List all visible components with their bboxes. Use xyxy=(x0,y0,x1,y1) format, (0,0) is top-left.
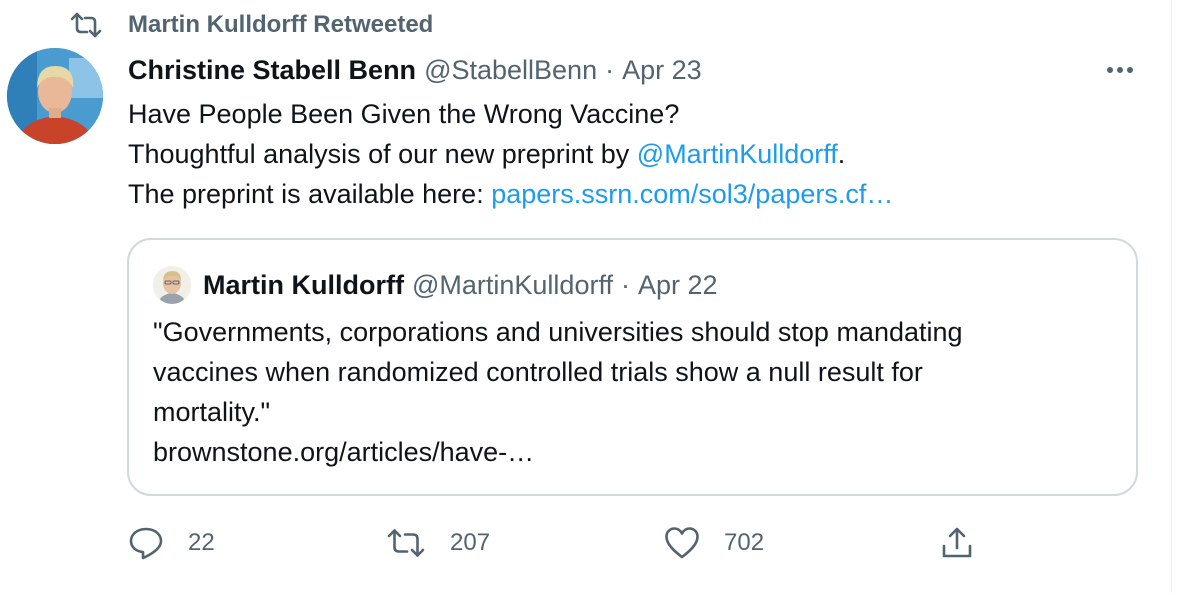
quoted-date: Apr 22 xyxy=(637,269,718,300)
retweet-context: Martin Kulldorff Retweeted xyxy=(70,10,433,40)
share-button[interactable] xyxy=(940,520,974,566)
tweet-line-2-suffix: . xyxy=(837,139,846,169)
reply-button[interactable]: 22 xyxy=(128,520,215,566)
tweet[interactable]: Martin Kulldorff Retweeted Christine Sta… xyxy=(0,0,1172,593)
tweet-text: Have People Been Given the Wrong Vaccine… xyxy=(128,94,1138,214)
header-separator: · xyxy=(605,54,615,85)
reply-icon xyxy=(129,527,163,560)
tweet-date[interactable]: Apr 23 xyxy=(622,55,702,86)
quoted-line-3: mortality." xyxy=(153,397,271,427)
heart-icon xyxy=(665,527,699,559)
quoted-line-2: vaccines when randomized controlled tria… xyxy=(153,357,923,387)
tweet-line-2-text: Thoughtful analysis of our new preprint … xyxy=(128,139,637,169)
tweet-line-3: The preprint is available here: papers.s… xyxy=(128,174,1138,214)
retweet-context-label[interactable]: Martin Kulldorff Retweeted xyxy=(128,11,433,39)
avatar[interactable] xyxy=(7,48,103,144)
tweet-header: Christine Stabell Benn @StabellBenn · Ap… xyxy=(128,52,702,88)
retweet-icon xyxy=(70,11,102,39)
retweet-count: 207 xyxy=(450,529,491,556)
author-handle[interactable]: @StabellBenn xyxy=(424,55,597,86)
share-icon xyxy=(942,527,972,558)
preprint-link[interactable]: papers.ssrn.com/sol3/papers.cf… xyxy=(491,179,893,209)
tweet-line-1: Have People Been Given the Wrong Vaccine… xyxy=(128,99,680,129)
tweet-line-2: Thoughtful analysis of our new preprint … xyxy=(128,134,1138,174)
action-bar: 22 207 702 xyxy=(128,520,988,566)
author-name[interactable]: Christine Stabell Benn xyxy=(128,55,416,86)
tweet-line-3-text: The preprint is available here: xyxy=(128,179,492,209)
retweet-icon xyxy=(387,529,425,557)
quoted-author-handle: @MartinKulldorff xyxy=(411,269,613,300)
quoted-separator: · xyxy=(620,269,630,300)
quoted-avatar[interactable] xyxy=(153,266,191,304)
more-icon xyxy=(1107,67,1133,73)
quoted-author-name: Martin Kulldorff xyxy=(203,269,404,300)
quoted-link: brownstone.org/articles/have-… xyxy=(153,437,535,467)
retweet-button[interactable]: 207 xyxy=(386,520,490,566)
quoted-header: Martin Kulldorff @MartinKulldorff · Apr … xyxy=(203,266,718,304)
like-button[interactable]: 702 xyxy=(664,520,764,566)
reply-count: 22 xyxy=(188,529,215,556)
quoted-tweet[interactable]: Martin Kulldorff @MartinKulldorff · Apr … xyxy=(127,238,1138,496)
quoted-line-1: "Governments, corporations and universit… xyxy=(153,317,963,347)
like-count: 702 xyxy=(724,529,765,556)
mention-link[interactable]: @MartinKulldorff xyxy=(637,139,838,169)
more-button[interactable] xyxy=(1100,56,1140,84)
quoted-text: "Governments, corporations and universit… xyxy=(153,312,1113,472)
